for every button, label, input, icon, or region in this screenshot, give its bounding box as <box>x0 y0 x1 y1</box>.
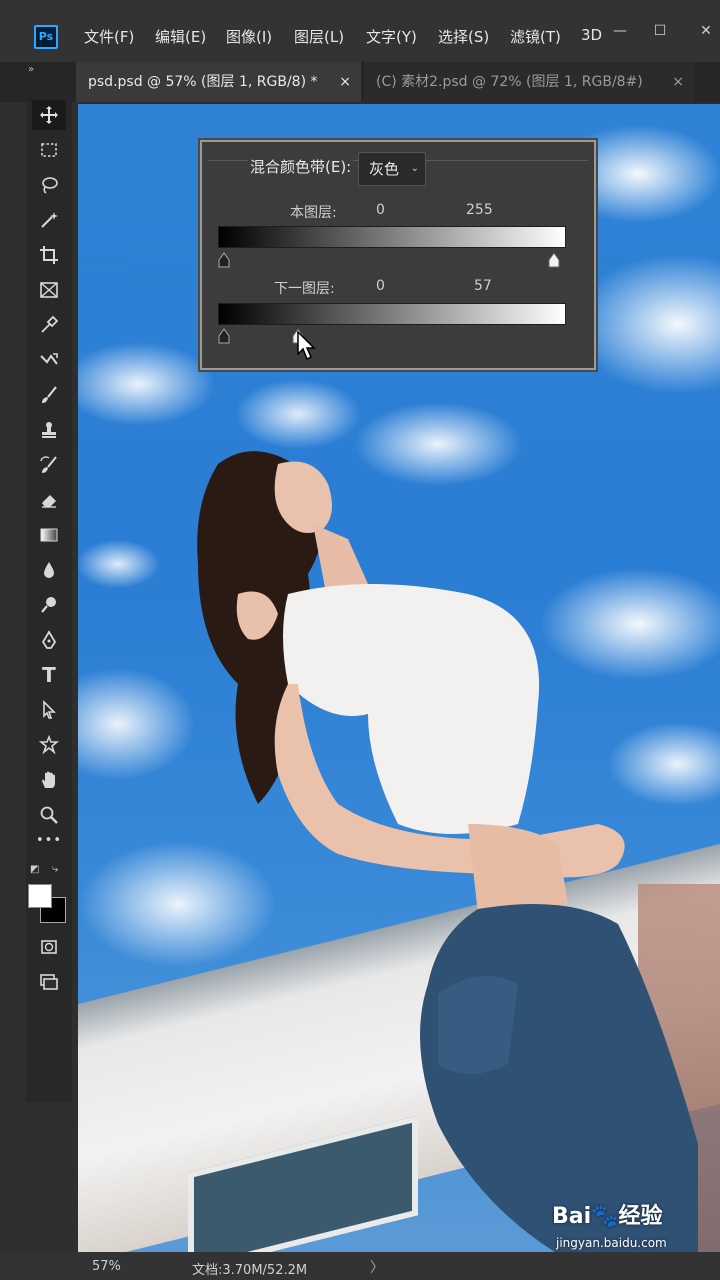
status-bar: 57% 文档:3.70M/52.2M 〉 <box>0 1252 720 1280</box>
underlying-layer-gradient-bar[interactable] <box>218 303 566 325</box>
move-tool-icon[interactable] <box>32 100 66 130</box>
gradient-tool-icon[interactable] <box>32 520 66 550</box>
this-layer-max-value: 255 <box>466 202 493 218</box>
maximize-button[interactable]: ☐ <box>640 20 680 42</box>
chevron-down-icon: ⌄ <box>410 163 419 174</box>
this-layer-min-value: 0 <box>376 202 385 218</box>
path-selection-tool-icon[interactable] <box>32 695 66 725</box>
history-brush-tool-icon[interactable] <box>32 450 66 480</box>
menu-layer[interactable]: 图层(L) <box>294 26 344 47</box>
underlying-layer-max-value: 57 <box>474 278 492 294</box>
tab-close-icon[interactable]: × <box>339 62 351 102</box>
menu-select[interactable]: 选择(S) <box>438 26 489 47</box>
brush-tool-icon[interactable] <box>32 380 66 410</box>
blend-channel-select[interactable]: 灰色 ⌄ <box>358 152 426 186</box>
screen-mode-icon[interactable] <box>32 967 66 997</box>
tab-label: psd.psd @ 57% (图层 1, RGB/8) * <box>88 74 318 90</box>
menu-file[interactable]: 文件(F) <box>84 26 134 47</box>
menu-edit[interactable]: 编辑(E) <box>155 26 206 47</box>
foreground-color-swatch[interactable] <box>28 884 52 908</box>
collapse-panels-icon[interactable]: » <box>28 64 34 75</box>
quick-mask-icon[interactable] <box>32 932 66 962</box>
watermark-brand: Bai🐾经验 <box>552 1204 663 1229</box>
type-tool-icon[interactable]: T <box>32 660 66 690</box>
mouse-cursor-icon <box>297 330 316 361</box>
document-size: 文档:3.70M/52.2M <box>192 1263 308 1278</box>
menu-type[interactable]: 文字(Y) <box>366 26 417 47</box>
baidu-watermark: Bai🐾经验 jingyan.baidu.com <box>552 1198 712 1260</box>
eyedropper-tool-icon[interactable] <box>32 310 66 340</box>
healing-tool-icon[interactable] <box>32 345 66 375</box>
zoom-level[interactable]: 57% <box>92 1259 121 1274</box>
watermark-url: jingyan.baidu.com <box>556 1236 667 1250</box>
menu-bar: Ps 文件(F) 编辑(E) 图像(I) 图层(L) 文字(Y) 选择(S) 滤… <box>0 0 720 62</box>
more-tools-icon[interactable]: ••• <box>32 825 66 855</box>
marquee-tool-icon[interactable] <box>32 135 66 165</box>
tab-close-icon[interactable]: × <box>672 62 684 102</box>
underlying-layer-black-slider[interactable] <box>218 328 230 344</box>
hand-tool-icon[interactable] <box>32 765 66 795</box>
underlying-layer-label: 下一图层: <box>274 281 335 297</box>
status-menu-arrow-icon[interactable]: 〉 <box>370 1257 384 1277</box>
pen-tool-icon[interactable] <box>32 625 66 655</box>
crop-tool-icon[interactable] <box>32 240 66 270</box>
blend-if-panel: 混合颜色带(E): 灰色 ⌄ 本图层: 0 255 下一图层: 0 57 <box>200 140 596 370</box>
underlying-layer-min-value: 0 <box>376 278 385 294</box>
blur-tool-icon[interactable] <box>32 555 66 585</box>
this-layer-label: 本图层: <box>290 205 337 221</box>
blend-channel-value: 灰色 <box>369 160 400 178</box>
tab-psd-document[interactable]: psd.psd @ 57% (图层 1, RGB/8) * × <box>76 62 361 102</box>
tab-label: (C) 素材2.psd @ 72% (图层 1, RGB/8#) <box>376 74 643 90</box>
menu-image[interactable]: 图像(I) <box>226 26 272 47</box>
swap-colors-icon[interactable]: ⤷ <box>52 862 68 876</box>
frame-tool-icon[interactable] <box>32 275 66 305</box>
woman-figure-image <box>197 451 698 1252</box>
this-layer-white-slider[interactable] <box>548 252 560 268</box>
dodge-tool-icon[interactable] <box>32 590 66 620</box>
document-tab-bar: » psd.psd @ 57% (图层 1, RGB/8) * × (C) 素材… <box>0 62 720 102</box>
menu-filter[interactable]: 滤镜(T) <box>510 26 561 47</box>
eraser-tool-icon[interactable] <box>32 485 66 515</box>
minimize-button[interactable]: — <box>600 20 640 42</box>
this-layer-gradient-bar[interactable] <box>218 226 566 248</box>
menu-3d[interactable]: 3D <box>581 26 602 44</box>
blend-if-label: 混合颜色带(E): <box>248 156 354 177</box>
close-window-button[interactable]: ✕ <box>686 20 720 42</box>
this-layer-black-slider[interactable] <box>218 252 230 268</box>
magic-wand-tool-icon[interactable] <box>32 205 66 235</box>
tab-material-document[interactable]: (C) 素材2.psd @ 72% (图层 1, RGB/8#) × <box>364 62 694 102</box>
lasso-tool-icon[interactable] <box>32 170 66 200</box>
clone-stamp-tool-icon[interactable] <box>32 415 66 445</box>
photoshop-logo-icon: Ps <box>34 25 58 49</box>
shape-tool-icon[interactable] <box>32 730 66 760</box>
default-colors-icon[interactable]: ◩ <box>30 864 42 876</box>
